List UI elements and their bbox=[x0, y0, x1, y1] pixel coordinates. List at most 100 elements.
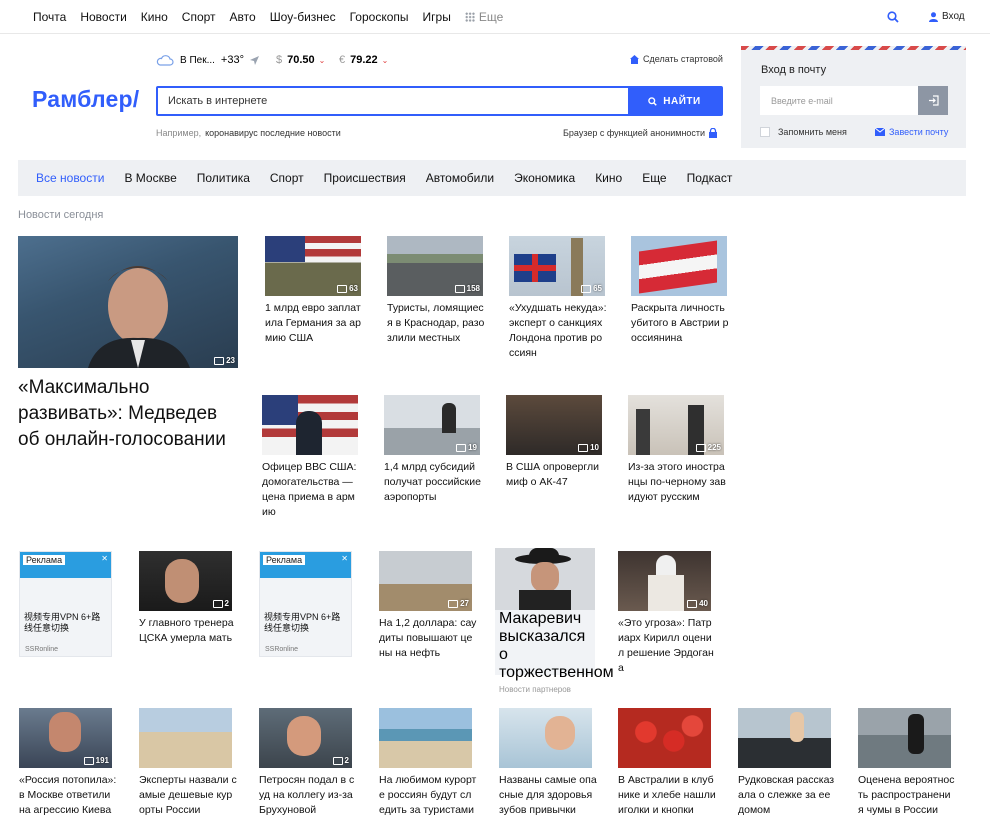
weather-city: В Пек... bbox=[180, 54, 215, 66]
news-card[interactable]: 63 1 млрд евро заплатила Германия за арм… bbox=[265, 236, 363, 346]
euro-symbol: € bbox=[339, 54, 346, 66]
ad-banner[interactable]: Реклама ✕ 视频专用VPN 6+路线任意切换 SSRonline bbox=[19, 551, 112, 657]
login-button[interactable]: Вход bbox=[929, 11, 965, 22]
nav-link-auto[interactable]: Авто bbox=[230, 10, 256, 24]
ad-text: 视频专用VPN 6+路线任意切换 bbox=[264, 612, 341, 633]
news-thumbnail: 63 bbox=[265, 236, 361, 296]
weather-widget[interactable]: В Пек... +33° bbox=[156, 52, 259, 68]
hero-headline[interactable]: «Максимально развивать»: Медведев об онл… bbox=[18, 375, 240, 453]
ad-source: SSRonline bbox=[265, 646, 299, 653]
search-icon[interactable] bbox=[887, 10, 899, 28]
service-links: Почта Новости Кино Спорт Авто Шоу-бизнес… bbox=[33, 10, 517, 24]
news-card[interactable]: Офицер ВВС США: домогательства — цена пр… bbox=[262, 395, 360, 520]
hint-link[interactable]: коронавирус последние новости bbox=[205, 128, 341, 138]
news-thumbnail: 191 bbox=[19, 708, 112, 768]
ad-close-icon[interactable]: ✕ bbox=[341, 554, 348, 563]
search-button[interactable]: НАЙТИ bbox=[628, 88, 721, 114]
category-all-news[interactable]: Все новости bbox=[36, 171, 104, 185]
news-title: «Россия потопила»: в Москве ответили на … bbox=[19, 774, 117, 816]
email-field[interactable] bbox=[760, 86, 918, 115]
nav-link-mail[interactable]: Почта bbox=[33, 10, 66, 24]
comment-count: 40 bbox=[687, 599, 708, 608]
envelope-stripe bbox=[741, 46, 966, 50]
news-thumbnail bbox=[262, 395, 358, 455]
news-card[interactable]: 65 «Ухудшать некуда»: эксперт о санкциях… bbox=[509, 236, 607, 361]
nav-link-showbiz[interactable]: Шоу-бизнес bbox=[270, 10, 336, 24]
create-mail-label: Завести почту bbox=[889, 127, 949, 137]
news-card[interactable]: 2 Петросян подал в суд на коллегу из-за … bbox=[259, 708, 357, 818]
news-card[interactable]: 2 У главного тренера ЦСКА умерла мать bbox=[139, 551, 237, 646]
news-card[interactable]: Раскрыта личность убитого в Австрии росс… bbox=[631, 236, 729, 346]
comment-count: 65 bbox=[581, 284, 602, 293]
category-politics[interactable]: Политика bbox=[197, 171, 250, 185]
rambler-logo[interactable]: Рамблер/ bbox=[32, 86, 139, 113]
envelope-icon bbox=[875, 128, 885, 136]
weather-temp: +33° bbox=[220, 54, 244, 66]
news-card[interactable]: Оценена вероятность распространения чумы… bbox=[858, 708, 956, 818]
eur-rate[interactable]: € 79.22 ⌄ bbox=[339, 52, 388, 68]
news-thumbnail bbox=[738, 708, 831, 768]
usd-rate[interactable]: $ 70.50 ⌄ bbox=[276, 52, 325, 68]
news-thumbnail bbox=[499, 708, 592, 768]
news-thumbnail bbox=[495, 548, 595, 610]
ad-source: SSRonline bbox=[25, 646, 59, 653]
news-card[interactable]: В Австралии в клубнике и хлебе нашли иго… bbox=[618, 708, 716, 818]
search-button-label: НАЙТИ bbox=[663, 95, 701, 107]
news-card[interactable]: На любимом курорте россиян будут следить… bbox=[379, 708, 477, 818]
category-incidents[interactable]: Происшествия bbox=[324, 171, 406, 185]
category-sport[interactable]: Спорт bbox=[270, 171, 304, 185]
mail-title: Вход в почту bbox=[761, 64, 827, 76]
anonymous-browser-link[interactable]: Браузер с функцией анонимности bbox=[563, 128, 718, 138]
nav-link-news[interactable]: Новости bbox=[80, 10, 126, 24]
nav-link-games[interactable]: Игры bbox=[423, 10, 451, 24]
nav-link-cinema[interactable]: Кино bbox=[141, 10, 168, 24]
make-home-link[interactable]: Сделать стартовой bbox=[630, 54, 723, 64]
news-card[interactable]: 158 Туристы, ломящиеся в Краснодар, разо… bbox=[387, 236, 485, 346]
hero-image[interactable]: 23 bbox=[18, 236, 238, 368]
news-category-bar: Все новости В Москве Политика Спорт Прои… bbox=[18, 160, 966, 196]
nav-link-sport[interactable]: Спорт bbox=[182, 10, 216, 24]
category-economy[interactable]: Экономика bbox=[514, 171, 575, 185]
news-card[interactable]: 40 «Это угроза»: Патриарх Кирилл оценил … bbox=[618, 551, 716, 676]
category-more[interactable]: Еще bbox=[642, 171, 666, 185]
make-home-label: Сделать стартовой bbox=[643, 54, 723, 64]
comment-count: 27 bbox=[448, 599, 469, 608]
ad-banner[interactable]: Реклама ✕ 视频专用VPN 6+路线任意切换 SSRonline bbox=[259, 551, 352, 657]
section-title: Новости сегодня bbox=[18, 209, 104, 221]
category-cars[interactable]: Автомобили bbox=[426, 171, 494, 185]
nav-link-horoscopes[interactable]: Гороскопы bbox=[350, 10, 409, 24]
comment-count: 2 bbox=[333, 756, 349, 765]
partner-news-card[interactable]: Макаревич высказался о торжественном Нов… bbox=[495, 548, 614, 694]
ad-text: 视频专用VPN 6+路线任意切换 bbox=[24, 612, 101, 633]
news-thumbnail: 158 bbox=[387, 236, 483, 296]
news-card[interactable]: 27 На 1,2 доллара: саудиты повышают цены… bbox=[379, 551, 477, 661]
news-card[interactable]: Названы самые опасные для здоровья зубов… bbox=[499, 708, 597, 818]
news-thumbnail bbox=[618, 708, 711, 768]
login-submit-button[interactable] bbox=[918, 86, 948, 115]
news-card[interactable]: Эксперты назвали самые дешевые курорты Р… bbox=[139, 708, 237, 818]
ad-close-icon[interactable]: ✕ bbox=[101, 554, 108, 563]
mail-login-box: Вход в почту Запомнить меня Завести почт… bbox=[741, 46, 966, 148]
news-thumbnail: 2 bbox=[139, 551, 232, 611]
news-thumbnail: 225 bbox=[628, 395, 724, 455]
category-moscow[interactable]: В Москве bbox=[124, 171, 176, 185]
comment-count: 23 bbox=[214, 356, 235, 365]
remember-me-checkbox[interactable]: Запомнить меня bbox=[760, 127, 847, 137]
news-card[interactable]: 19 1,4 млрд субсидий получат российские … bbox=[384, 395, 482, 505]
news-card[interactable]: 191 «Россия потопила»: в Москве ответили… bbox=[19, 708, 117, 818]
news-thumbnail: 27 bbox=[379, 551, 472, 611]
news-card[interactable]: 225 Из-за этого иностранцы по-черному за… bbox=[628, 395, 726, 505]
news-title: Офицер ВВС США: домогательства — цена пр… bbox=[262, 461, 357, 518]
news-card[interactable]: Рудковская рассказала о слежке за ее дом… bbox=[738, 708, 836, 818]
search-input[interactable] bbox=[158, 88, 628, 114]
news-title: Раскрыта личность убитого в Австрии росс… bbox=[631, 302, 729, 344]
category-cinema[interactable]: Кино bbox=[595, 171, 622, 185]
comment-count: 225 bbox=[696, 443, 721, 452]
nav-more-button[interactable]: Еще bbox=[464, 10, 503, 24]
create-mail-link[interactable]: Завести почту bbox=[875, 127, 948, 137]
news-thumbnail: 10 bbox=[506, 395, 602, 455]
category-podcast[interactable]: Подкаст bbox=[687, 171, 733, 185]
search-icon bbox=[648, 96, 658, 106]
ad-spacer bbox=[260, 578, 351, 608]
news-card[interactable]: 10 В США опровергли миф о АК-47 bbox=[506, 395, 604, 490]
